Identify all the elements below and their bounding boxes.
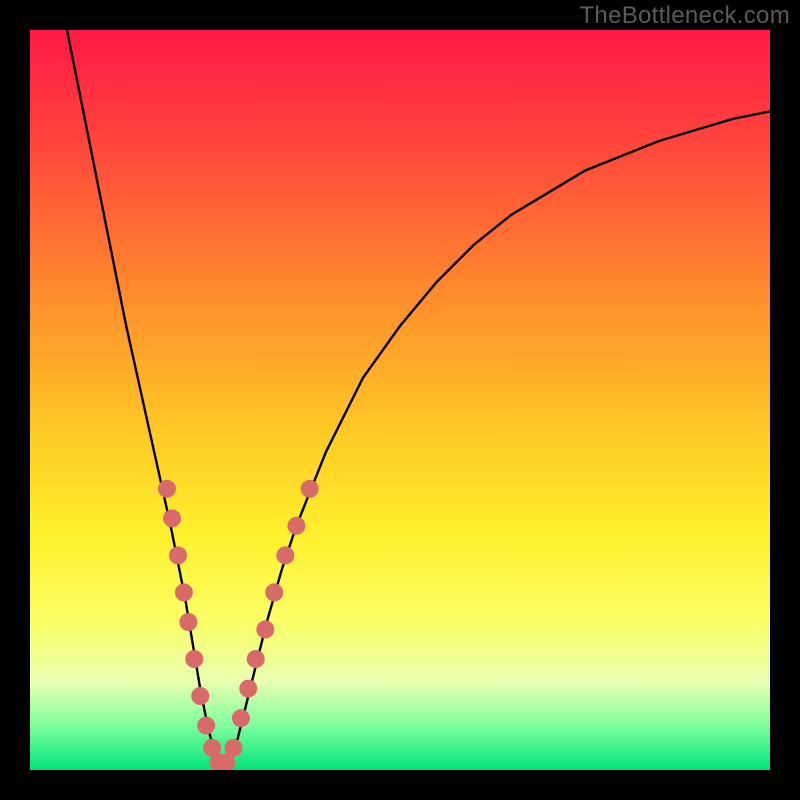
curve-marker bbox=[175, 583, 193, 601]
curve-marker bbox=[169, 546, 187, 564]
curve-marker bbox=[232, 709, 250, 727]
plot-area bbox=[30, 30, 770, 770]
chart-frame: TheBottleneck.com bbox=[0, 0, 800, 800]
curve-markers bbox=[158, 480, 319, 770]
curve-marker bbox=[256, 620, 274, 638]
curve-marker bbox=[276, 546, 294, 564]
curve-marker bbox=[265, 583, 283, 601]
curve-marker bbox=[158, 480, 176, 498]
curve-marker bbox=[225, 739, 243, 757]
curve-marker bbox=[185, 650, 203, 668]
chart-svg bbox=[30, 30, 770, 770]
curve-marker bbox=[191, 687, 209, 705]
curve-marker bbox=[179, 613, 197, 631]
curve-marker bbox=[301, 480, 319, 498]
curve-marker bbox=[239, 680, 257, 698]
curve-marker bbox=[287, 517, 305, 535]
bottleneck-curve bbox=[67, 30, 770, 770]
watermark-text: TheBottleneck.com bbox=[579, 2, 790, 30]
curve-marker bbox=[163, 509, 181, 527]
curve-marker bbox=[197, 717, 215, 735]
curve-marker bbox=[247, 650, 265, 668]
